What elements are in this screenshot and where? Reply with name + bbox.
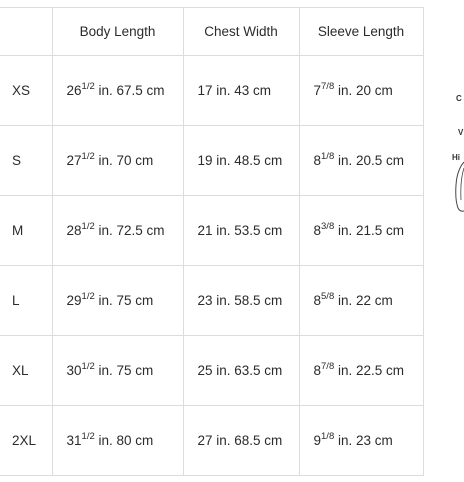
- header-size: [0, 7, 53, 56]
- figure-label-hip: Hi: [452, 153, 460, 162]
- value-fraction: 3/8: [321, 220, 335, 232]
- header-sleeve-length: Sleeve Length: [298, 7, 424, 56]
- body-length-cell: 311/2 in. 80 cm: [51, 405, 184, 476]
- value-fraction: 1/2: [81, 430, 95, 442]
- value-whole: 7: [313, 83, 322, 98]
- table-row: XL 301/2 in. 75 cm 25 in. 63.5 cm 87/8 in. …: [0, 335, 424, 406]
- sleeve-length-cell: 85/8 in. 22 cm: [298, 265, 424, 336]
- body-length-cell: 291/2 in. 75 cm: [51, 265, 184, 336]
- value-fraction: 7/8: [321, 360, 335, 372]
- sleeve-length-cell: 77/8 in. 20 cm: [298, 55, 424, 126]
- value-units: in. 23 cm: [334, 433, 393, 448]
- chest-width-cell: 27 in. 68.5 cm: [182, 405, 300, 476]
- value-fraction: 1/2: [81, 80, 95, 92]
- value-whole: 8: [313, 153, 322, 168]
- value-fraction: 1/8: [321, 150, 335, 162]
- header-body-length: Body Length: [51, 7, 184, 56]
- size-cell: 2XL: [0, 405, 53, 476]
- value-units: in. 21.5 cm: [334, 223, 405, 238]
- value-whole: 8: [313, 293, 322, 308]
- sleeve-length-cell: 87/8 in. 22.5 cm: [298, 335, 424, 406]
- sleeve-length-cell: 91/8 in. 23 cm: [298, 405, 424, 476]
- value-whole: 29: [66, 293, 82, 308]
- table-header-row: Body Length Chest Width Sleeve Length: [0, 7, 424, 56]
- figure-label-width: V: [458, 128, 464, 137]
- size-cell: XS: [0, 55, 53, 126]
- body-length-cell: 301/2 in. 75 cm: [51, 335, 184, 406]
- value-whole: 27: [66, 153, 82, 168]
- value-whole: 28: [66, 223, 82, 238]
- value-whole: 9: [313, 433, 322, 448]
- table-row: 2XL 311/2 in. 80 cm 27 in. 68.5 cm 91/8 in.…: [0, 405, 424, 476]
- value-units: in. 20.5 cm: [334, 153, 405, 168]
- value-units: in. 72.5 cm: [94, 223, 165, 238]
- table-row: M 281/2 in. 72.5 cm 21 in. 53.5 cm 83/8 in.…: [0, 195, 424, 266]
- value-units: in. 75 cm: [94, 363, 154, 378]
- body-length-cell: 271/2 in. 70 cm: [51, 125, 184, 196]
- value-whole: 31: [66, 433, 82, 448]
- value-fraction: 1/2: [81, 290, 95, 302]
- value-fraction: 1/2: [81, 220, 95, 232]
- table-row: S 271/2 in. 70 cm 19 in. 48.5 cm 81/8 in. 2…: [0, 125, 424, 196]
- chest-width-cell: 17 in. 43 cm: [182, 55, 300, 126]
- size-chart: Body Length Chest Width Sleeve Length XS…: [0, 7, 424, 476]
- chest-width-cell: 21 in. 53.5 cm: [182, 195, 300, 266]
- size-cell: XL: [0, 335, 53, 406]
- value-whole: 26: [66, 83, 82, 98]
- table-row: L 291/2 in. 75 cm 23 in. 58.5 cm 85/8 in. 2…: [0, 265, 424, 336]
- value-units: in. 80 cm: [94, 433, 154, 448]
- value-whole: 8: [313, 363, 322, 378]
- body-length-cell: 281/2 in. 72.5 cm: [51, 195, 184, 266]
- body-length-cell: 261/2 in. 67.5 cm: [51, 55, 184, 126]
- value-units: in. 22.5 cm: [334, 363, 405, 378]
- chest-width-cell: 25 in. 63.5 cm: [182, 335, 300, 406]
- size-cell: M: [0, 195, 53, 266]
- value-whole: 30: [66, 363, 82, 378]
- value-fraction: 1/2: [81, 360, 95, 372]
- size-cell: S: [0, 125, 53, 196]
- sleeve-length-cell: 81/8 in. 20.5 cm: [298, 125, 424, 196]
- value-units: in. 67.5 cm: [94, 83, 165, 98]
- figure-label-chest: C: [456, 94, 462, 103]
- chest-width-cell: 23 in. 58.5 cm: [182, 265, 300, 336]
- header-chest-width: Chest Width: [182, 7, 300, 56]
- table-row: XS 261/2 in. 67.5 cm 17 in. 43 cm 77/8 in. …: [0, 55, 424, 126]
- value-units: in. 22 cm: [334, 293, 393, 308]
- value-units: in. 70 cm: [94, 153, 154, 168]
- value-fraction: 1/2: [81, 150, 95, 162]
- value-units: in. 75 cm: [94, 293, 154, 308]
- value-fraction: 1/8: [321, 430, 335, 442]
- value-fraction: 5/8: [321, 290, 335, 302]
- value-units: in. 20 cm: [334, 83, 393, 98]
- chest-width-cell: 19 in. 48.5 cm: [182, 125, 300, 196]
- value-fraction: 7/8: [321, 80, 335, 92]
- size-chart-table: Body Length Chest Width Sleeve Length XS…: [0, 7, 424, 476]
- sleeve-length-cell: 83/8 in. 21.5 cm: [298, 195, 424, 266]
- size-cell: L: [0, 265, 53, 336]
- value-whole: 8: [313, 223, 322, 238]
- measurement-figure: C V Hi: [452, 90, 464, 220]
